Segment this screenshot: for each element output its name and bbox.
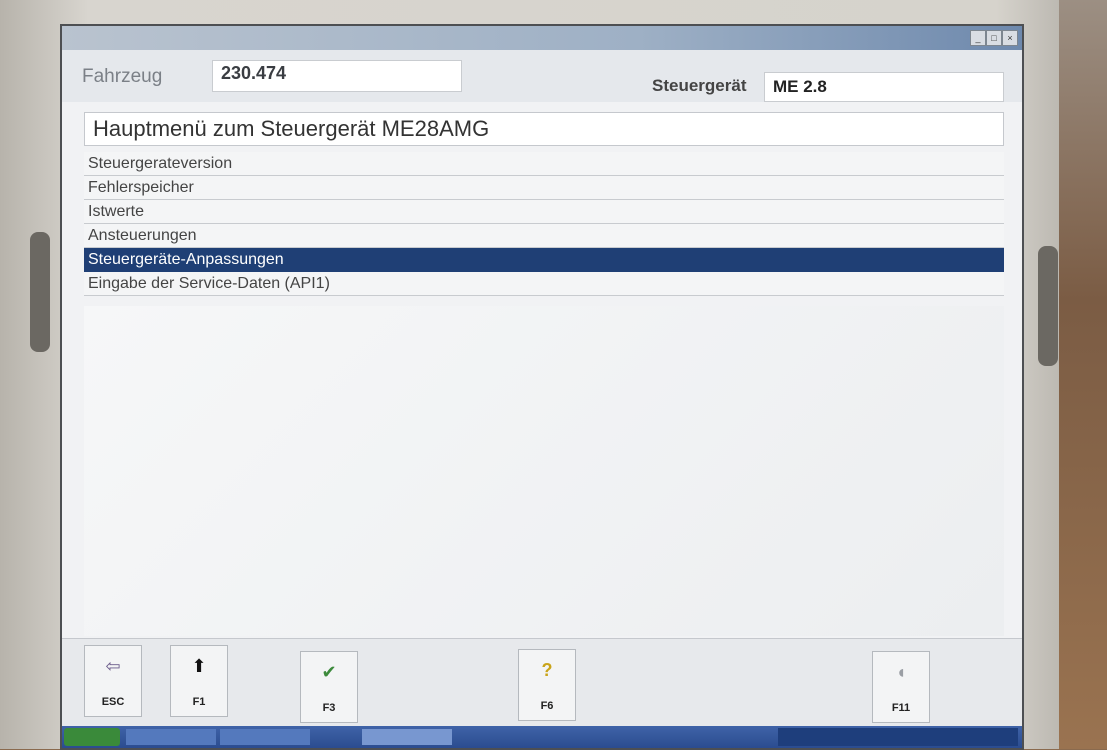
content-area (84, 306, 1004, 636)
taskbar-item[interactable] (220, 729, 310, 745)
f1-button[interactable]: ⬆ F1 (170, 645, 228, 717)
exit-door-icon: ⇦ (105, 656, 121, 676)
bezel-hinge-left (30, 232, 50, 352)
steuergeraet-label: Steuergerät (652, 76, 747, 95)
esc-button[interactable]: ⇦ ESC (84, 645, 142, 717)
steuergeraet-field: ME 2.8 (764, 72, 1004, 102)
window-titlebar: _ □ × (62, 26, 1022, 50)
f3-button[interactable]: ✔ F3 (300, 651, 358, 723)
help-icon: ? (541, 660, 553, 680)
taskbar-item[interactable] (362, 729, 452, 745)
menu-item-ansteuerungen[interactable]: Ansteuerungen (84, 224, 1004, 248)
close-button[interactable]: × (1002, 30, 1018, 46)
fahrzeug-label: Fahrzeug (82, 66, 163, 87)
main-menu-list: Steuergerateversion Fehlerspeicher Istwe… (84, 152, 1004, 296)
f6-button-label: F6 (540, 700, 554, 712)
f11-button[interactable]: ◖ F11 (872, 651, 930, 723)
minimize-button[interactable]: _ (970, 30, 986, 46)
f6-button[interactable]: ? F6 (518, 649, 576, 721)
menu-item-service-daten[interactable]: Eingabe der Service-Daten (API1) (84, 272, 1004, 296)
screen: _ □ × Fahrzeug 230.474 Steuergerät ME 2.… (60, 24, 1024, 750)
system-tray (778, 728, 1018, 746)
checkmark-icon: ✔ (321, 662, 337, 682)
start-button[interactable] (64, 728, 120, 746)
eraser-icon: ◖ (895, 662, 907, 682)
f11-button-label: F11 (891, 702, 911, 714)
f3-button-label: F3 (322, 702, 336, 714)
menu-item-steuergeraeteversion[interactable]: Steuergerateversion (84, 152, 1004, 176)
menu-item-anpassungen[interactable]: Steuergeräte-Anpassungen (84, 248, 1004, 272)
menu-item-fehlerspeicher[interactable]: Fehlerspeicher (84, 176, 1004, 200)
background-desk (1059, 0, 1107, 749)
f1-button-label: F1 (192, 696, 206, 708)
taskbar-item[interactable] (126, 729, 216, 745)
bezel-hinge-right (1038, 246, 1058, 366)
page-title: Hauptmenü zum Steuergerät ME28AMG (84, 112, 1004, 146)
fahrzeug-field: 230.474 (212, 60, 462, 92)
function-key-toolbar: ⇦ ESC ⬆ F1 ✔ F3 ? F6 ◖ F11 (62, 638, 1022, 727)
esc-button-label: ESC (101, 696, 125, 708)
arrow-up-icon: ⬆ (191, 656, 207, 676)
taskbar (62, 726, 1022, 748)
menu-item-istwerte[interactable]: Istwerte (84, 200, 1004, 224)
maximize-button[interactable]: □ (986, 30, 1002, 46)
